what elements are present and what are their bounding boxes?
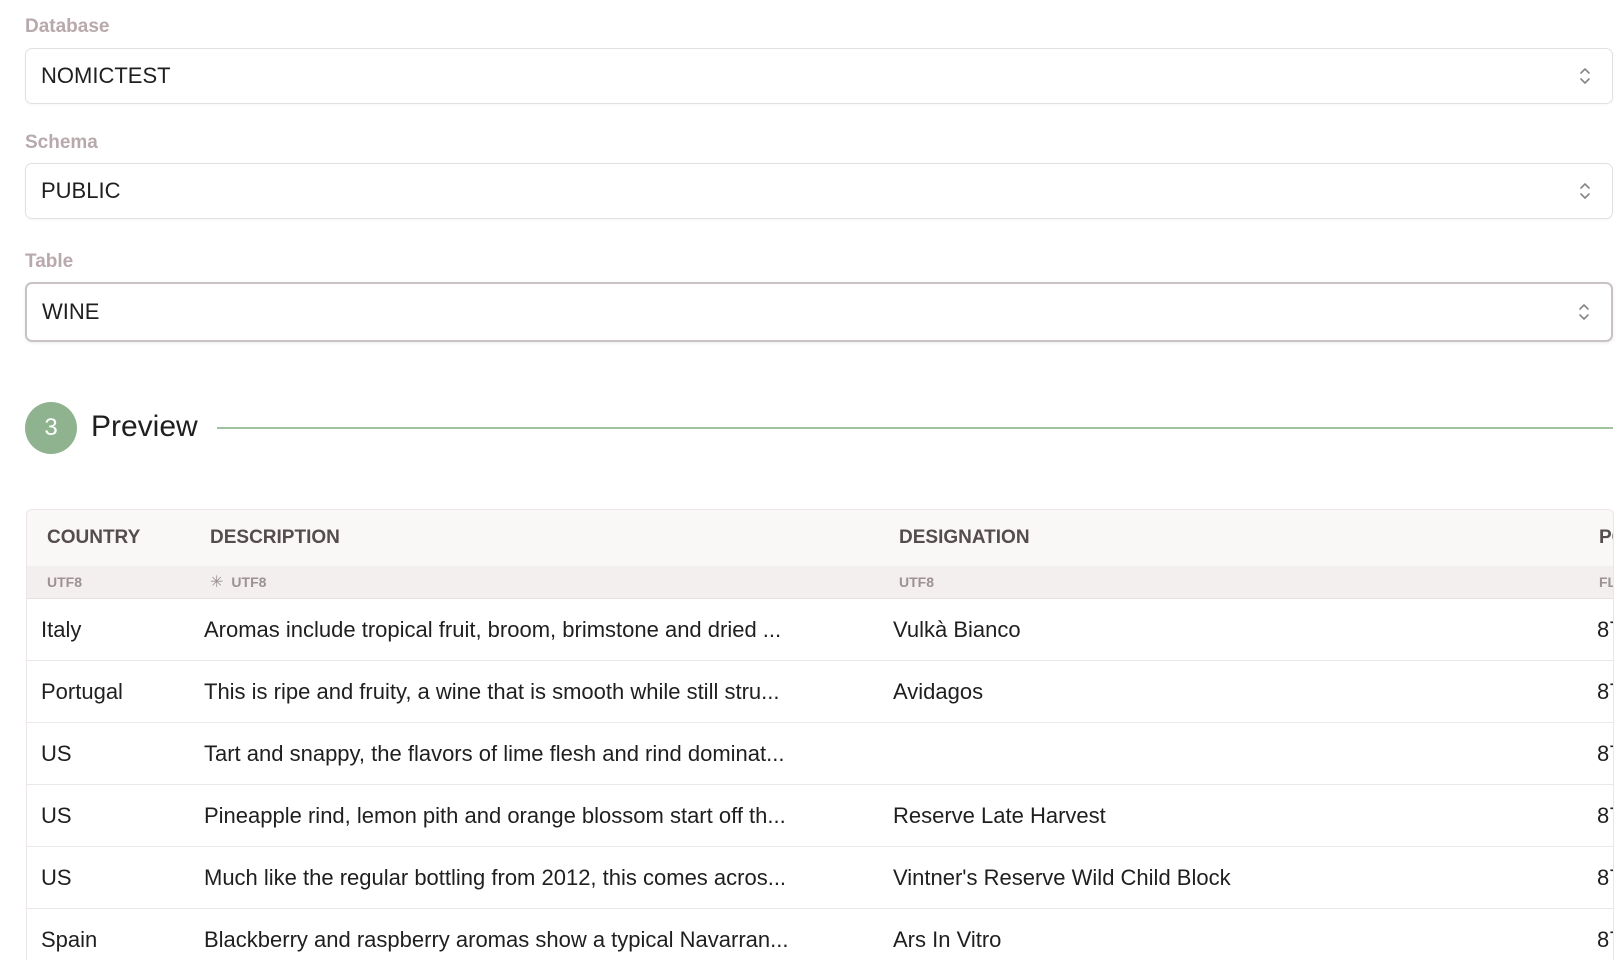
table-label: Table bbox=[25, 251, 74, 272]
cell-country: Italy bbox=[27, 598, 190, 661]
chevron-updown-icon bbox=[1579, 304, 1589, 320]
cell-designation bbox=[879, 722, 1579, 785]
cell-designation: Avidagos bbox=[879, 660, 1579, 723]
database-select-value: NOMICTEST bbox=[41, 63, 171, 88]
table-type-row: UTF8 ✳ UTF8 UTF8 FLO bbox=[27, 566, 1613, 599]
cell-country: US bbox=[27, 784, 190, 847]
cell-points: 87 bbox=[1579, 846, 1613, 909]
data-table: COUNTRY DESCRIPTION DESIGNATION PO UTF8 … bbox=[27, 510, 1613, 960]
cell-designation: Ars In Vitro bbox=[879, 908, 1579, 960]
column-header-points[interactable]: PO bbox=[1579, 510, 1613, 566]
cell-country: US bbox=[27, 722, 190, 785]
cell-country: US bbox=[27, 846, 190, 909]
page: Database NOMICTEST Schema PUBLIC Table W… bbox=[0, 0, 1624, 960]
column-type-designation: UTF8 bbox=[879, 566, 1579, 599]
cell-designation: Reserve Late Harvest bbox=[879, 784, 1579, 847]
cell-country: Portugal bbox=[27, 660, 190, 723]
table-row[interactable]: Portugal This is ripe and fruity, a wine … bbox=[27, 660, 1613, 723]
column-header-description[interactable]: DESCRIPTION bbox=[190, 510, 879, 566]
cell-description: Much like the regular bottling from 2012… bbox=[190, 846, 879, 909]
schema-select[interactable]: PUBLIC bbox=[25, 163, 1613, 219]
cell-points: 87 bbox=[1579, 784, 1613, 847]
preview-title: Preview bbox=[91, 410, 198, 443]
section-divider bbox=[217, 427, 1613, 429]
table-row[interactable]: US Tart and snappy, the flavors of lime f… bbox=[27, 722, 1613, 785]
column-type-description: UTF8 bbox=[231, 574, 267, 590]
table-row[interactable]: Spain Blackberry and raspberry aromas sho… bbox=[27, 908, 1613, 960]
table-row[interactable]: US Pineapple rind, lemon pith and orange … bbox=[27, 784, 1613, 847]
chevron-updown-icon bbox=[1580, 183, 1590, 199]
cell-description: Blackberry and raspberry aromas show a t… bbox=[190, 908, 879, 960]
cell-description: Aromas include tropical fruit, broom, br… bbox=[190, 598, 879, 661]
column-header-country[interactable]: COUNTRY bbox=[27, 510, 190, 566]
column-type-description-cell: ✳ UTF8 bbox=[190, 566, 879, 599]
schema-select-value: PUBLIC bbox=[41, 178, 121, 203]
preview-table: COUNTRY DESCRIPTION DESIGNATION PO UTF8 … bbox=[26, 509, 1614, 960]
cell-description: Tart and snappy, the flavors of lime fle… bbox=[190, 722, 879, 785]
cell-country: Spain bbox=[27, 908, 190, 960]
chevron-updown-icon bbox=[1580, 68, 1590, 84]
column-type-points: FLO bbox=[1579, 566, 1613, 599]
cell-points: 87 bbox=[1579, 908, 1613, 960]
database-select[interactable]: NOMICTEST bbox=[25, 48, 1613, 104]
cell-designation: Vulkà Bianco bbox=[879, 598, 1579, 661]
table-row[interactable]: Italy Aromas include tropical fruit, broo… bbox=[27, 598, 1613, 661]
sparkle-icon: ✳ bbox=[210, 574, 224, 591]
cell-description: This is ripe and fruity, a wine that is … bbox=[190, 660, 879, 723]
table-header-row: COUNTRY DESCRIPTION DESIGNATION PO bbox=[27, 510, 1613, 566]
cell-points: 87 bbox=[1579, 660, 1613, 723]
table-select[interactable]: WINE bbox=[25, 282, 1613, 342]
step-number-badge: 3 bbox=[25, 402, 77, 454]
cell-points: 87 bbox=[1579, 722, 1613, 785]
column-type-country: UTF8 bbox=[27, 566, 190, 599]
table-row[interactable]: US Much like the regular bottling from 20… bbox=[27, 846, 1613, 909]
cell-points: 87 bbox=[1579, 598, 1613, 661]
cell-description: Pineapple rind, lemon pith and orange bl… bbox=[190, 784, 879, 847]
cell-designation: Vintner's Reserve Wild Child Block bbox=[879, 846, 1579, 909]
database-label: Database bbox=[25, 16, 110, 37]
table-body: Italy Aromas include tropical fruit, broo… bbox=[27, 598, 1613, 960]
column-header-designation[interactable]: DESIGNATION bbox=[879, 510, 1579, 566]
table-select-value: WINE bbox=[42, 299, 100, 324]
schema-label: Schema bbox=[25, 132, 98, 153]
